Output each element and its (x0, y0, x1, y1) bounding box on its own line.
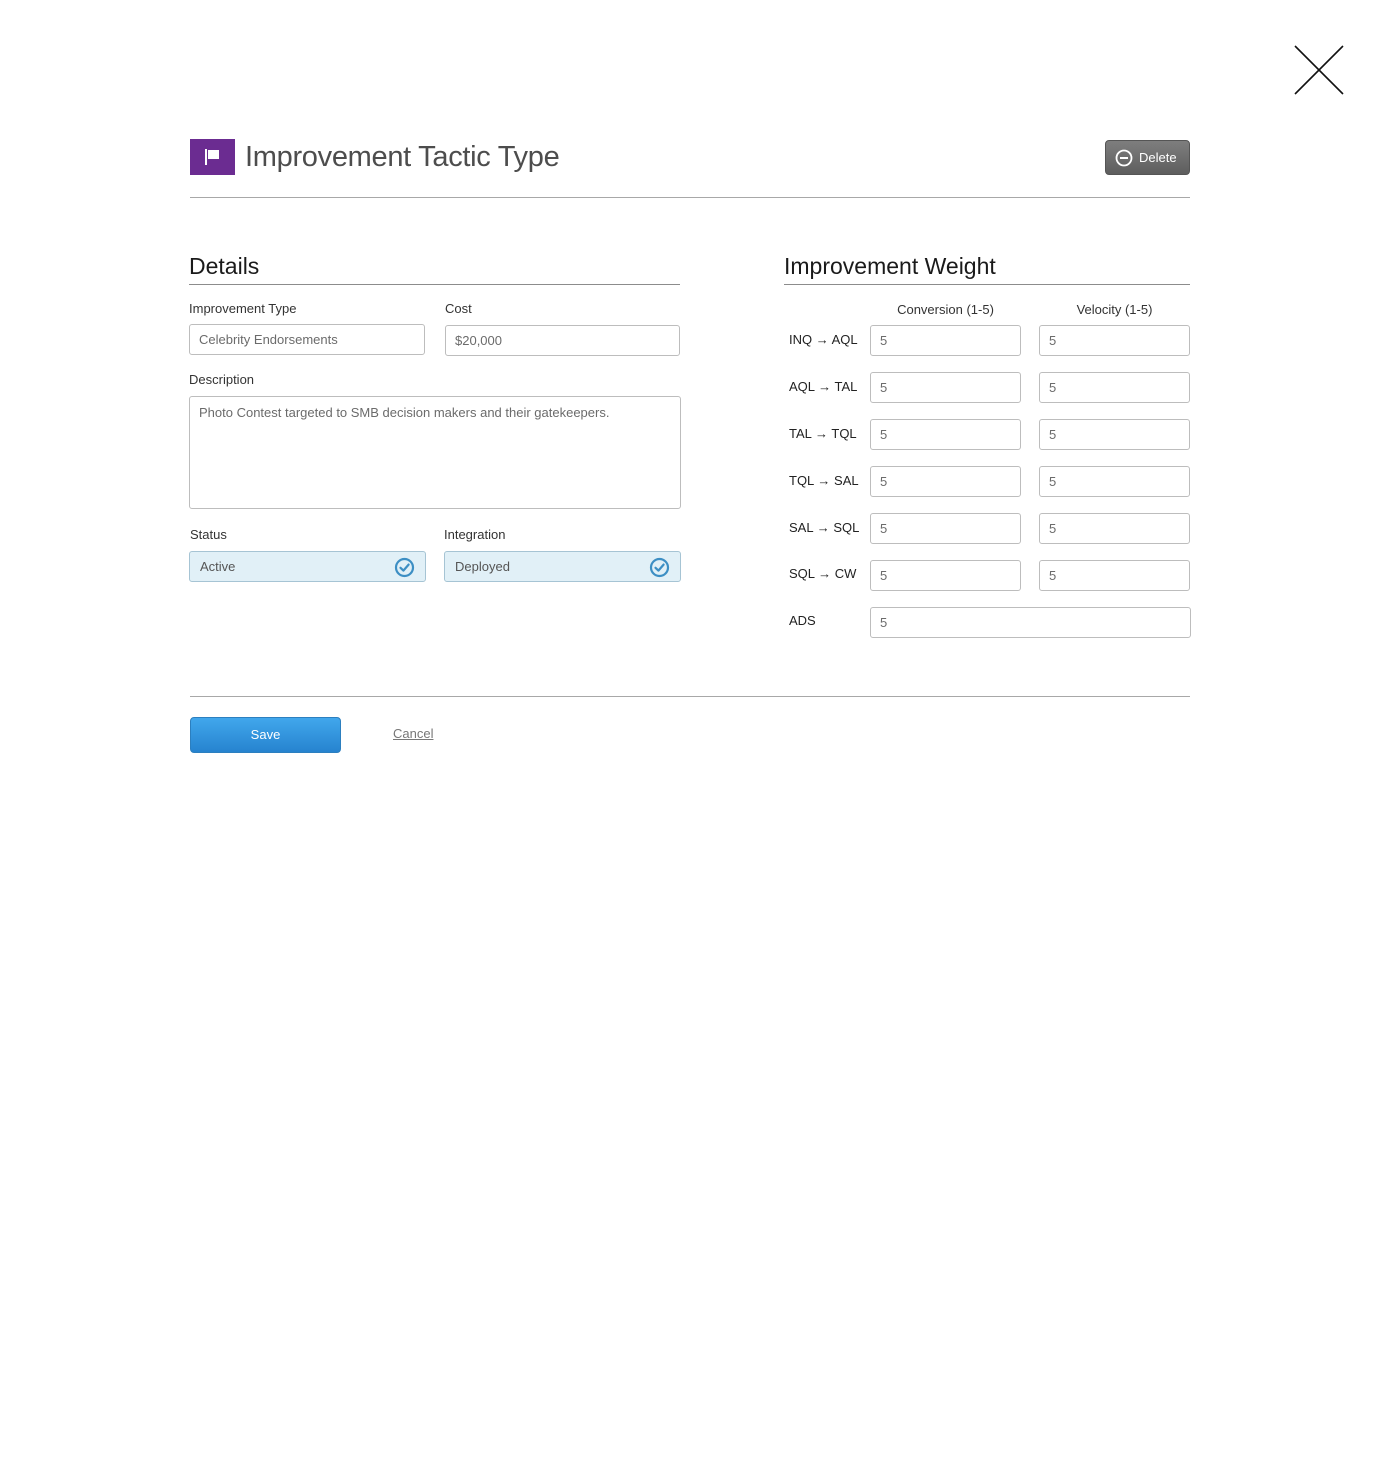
weight-row-label: TAL → TQL (789, 426, 857, 441)
flag-icon (190, 139, 235, 175)
save-button[interactable]: Save (190, 717, 341, 753)
delete-button-label: Delete (1139, 150, 1177, 165)
status-label: Status (190, 527, 227, 542)
cancel-link[interactable]: Cancel (393, 726, 433, 742)
integration-select[interactable]: Deployed (444, 551, 681, 582)
velocity-input[interactable]: 5 (1039, 372, 1190, 403)
check-circle-icon (394, 557, 415, 578)
modal-header: Improvement Tactic Type Delete (190, 139, 1190, 198)
improvement-weight-section-title: Improvement Weight (784, 252, 1190, 285)
velocity-input[interactable]: 5 (1039, 466, 1190, 497)
weight-row-label: AQL → TAL (789, 379, 858, 394)
description-label: Description (189, 372, 255, 387)
velocity-input[interactable]: 5 (1039, 419, 1190, 450)
weight-row-label: TQL → SAL (789, 473, 859, 488)
improvement-type-label: Improvement Type (189, 301, 297, 316)
description-textarea[interactable]: Photo Contest targeted to SMB decision m… (189, 396, 681, 509)
improvement-type-input[interactable]: Celebrity Endorsements (189, 324, 425, 355)
velocity-column-header: Velocity (1-5) (1076, 302, 1153, 317)
weight-row-label: INQ → AQL (789, 332, 858, 347)
delete-button[interactable]: Delete (1105, 140, 1190, 175)
check-circle-icon (649, 557, 670, 578)
weight-row-label: SAL → SQL (789, 520, 860, 535)
conversion-column-header: Conversion (1-5) (897, 302, 994, 317)
cost-input[interactable]: $20,000 (445, 325, 680, 356)
conversion-input[interactable]: 5 (870, 419, 1021, 450)
footer-divider (190, 696, 1190, 697)
close-button[interactable] (1292, 43, 1346, 97)
conversion-input[interactable]: 5 (870, 560, 1021, 591)
close-icon (1294, 45, 1344, 95)
conversion-input[interactable]: 5 (870, 325, 1021, 356)
details-section-title: Details (189, 252, 680, 285)
status-value: Active (200, 559, 236, 574)
integration-value: Deployed (455, 559, 510, 574)
velocity-input[interactable]: 5 (1039, 325, 1190, 356)
conversion-input[interactable]: 5 (870, 513, 1021, 544)
velocity-input[interactable]: 5 (1039, 513, 1190, 544)
velocity-input[interactable]: 5 (1039, 560, 1190, 591)
weight-row-label: SQL → CW (789, 566, 857, 581)
page-title: Improvement Tactic Type (245, 141, 560, 173)
ads-label: ADS (789, 613, 816, 628)
ads-input[interactable]: 5 (870, 607, 1191, 638)
conversion-input[interactable]: 5 (870, 372, 1021, 403)
minus-circle-icon (1115, 149, 1133, 167)
status-select[interactable]: Active (189, 551, 426, 582)
conversion-input[interactable]: 5 (870, 466, 1021, 497)
integration-label: Integration (444, 527, 506, 542)
cost-label: Cost (445, 301, 472, 316)
